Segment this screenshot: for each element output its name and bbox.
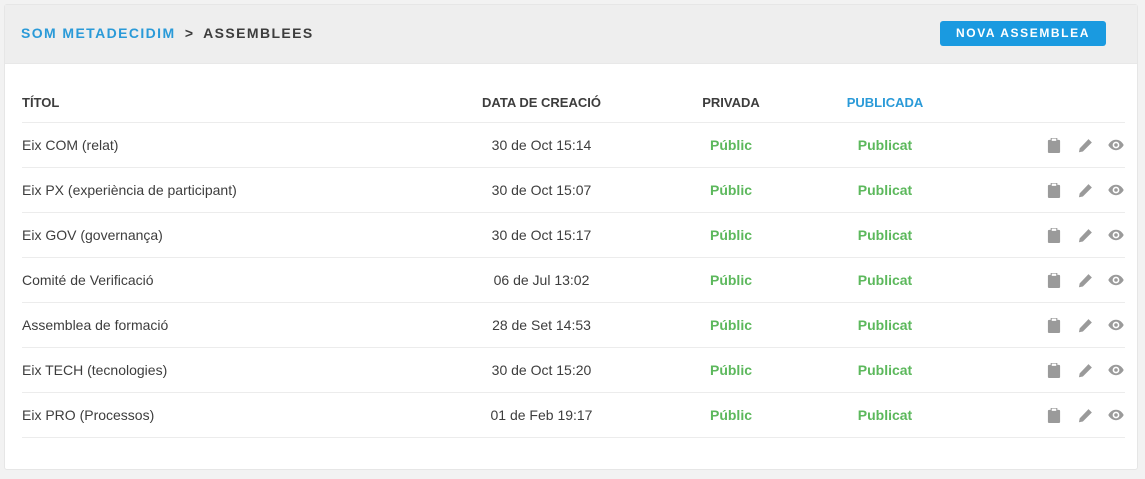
clipboard-icon[interactable] — [1046, 362, 1062, 378]
cell-actions — [971, 167, 1125, 213]
row-actions — [971, 182, 1125, 198]
cell-published: Publicat — [799, 392, 971, 438]
private-status: Públic — [709, 407, 752, 423]
eye-icon[interactable] — [1108, 227, 1124, 243]
published-status[interactable]: Publicat — [858, 182, 912, 198]
row-actions — [971, 272, 1125, 288]
cell-created: 30 de Oct 15:20 — [420, 347, 663, 393]
cell-private: Públic — [663, 302, 799, 348]
cell-private: Públic — [663, 392, 799, 438]
cell-created: 06 de Jul 13:02 — [420, 257, 663, 303]
cell-actions — [971, 212, 1125, 258]
pencil-icon[interactable] — [1077, 407, 1093, 423]
published-status[interactable]: Publicat — [858, 362, 912, 378]
table-row: Eix PX (experiència de participant) 30 d… — [22, 167, 1125, 213]
cell-actions — [971, 392, 1125, 438]
table-row: Eix PRO (Processos) 01 de Feb 19:17 Públ… — [22, 392, 1125, 438]
column-header-created[interactable]: Data de creació — [420, 83, 663, 123]
cell-published: Publicat — [799, 122, 971, 168]
card-header: Som Metadecidim > Assemblees Nova Assemb… — [5, 5, 1137, 64]
table-header-row: Títol Data de creació Privada Publicada — [22, 83, 1125, 123]
eye-icon[interactable] — [1108, 182, 1124, 198]
cell-private: Públic — [663, 212, 799, 258]
table-row: Eix GOV (governança) 30 de Oct 15:17 Púb… — [22, 212, 1125, 258]
published-status[interactable]: Publicat — [858, 407, 912, 423]
cell-published: Publicat — [799, 347, 971, 393]
clipboard-icon[interactable] — [1046, 137, 1062, 153]
private-status: Públic — [709, 362, 752, 378]
pencil-icon[interactable] — [1077, 227, 1093, 243]
published-status[interactable]: Publicat — [858, 272, 912, 288]
private-status: Públic — [709, 317, 752, 333]
cell-created: 28 de Set 14:53 — [420, 302, 663, 348]
cell-private: Públic — [663, 257, 799, 303]
cell-title: Eix PRO (Processos) — [22, 392, 420, 438]
cell-created: 01 de Feb 19:17 — [420, 392, 663, 438]
private-status: Públic — [709, 227, 752, 243]
published-status[interactable]: Publicat — [858, 317, 912, 333]
cell-title: Assemblea de formació — [22, 302, 420, 348]
cell-published: Publicat — [799, 212, 971, 258]
column-header-title[interactable]: Títol — [22, 83, 420, 123]
cell-private: Públic — [663, 347, 799, 393]
row-actions — [971, 227, 1125, 243]
cell-title: Eix COM (relat) — [22, 122, 420, 168]
pencil-icon[interactable] — [1077, 362, 1093, 378]
cell-title: Eix PX (experiència de participant) — [22, 167, 420, 213]
cell-title: Comité de Verificació — [22, 257, 420, 303]
breadcrumb-current: Assemblees — [203, 25, 314, 41]
new-assembly-button[interactable]: Nova Assemblea — [940, 21, 1106, 46]
cell-actions — [971, 302, 1125, 348]
cell-published: Publicat — [799, 257, 971, 303]
row-actions — [971, 317, 1125, 333]
cell-private: Públic — [663, 122, 799, 168]
cell-actions — [971, 257, 1125, 303]
private-status: Públic — [709, 182, 752, 198]
clipboard-icon[interactable] — [1046, 272, 1062, 288]
eye-icon[interactable] — [1108, 407, 1124, 423]
clipboard-icon[interactable] — [1046, 407, 1062, 423]
cell-created: 30 de Oct 15:14 — [420, 122, 663, 168]
table-row: Assemblea de formació 28 de Set 14:53 Pú… — [22, 302, 1125, 348]
pencil-icon[interactable] — [1077, 182, 1093, 198]
private-status: Públic — [709, 272, 752, 288]
clipboard-icon[interactable] — [1046, 182, 1062, 198]
eye-icon[interactable] — [1108, 137, 1124, 153]
cell-published: Publicat — [799, 167, 971, 213]
cell-created: 30 de Oct 15:17 — [420, 212, 663, 258]
column-header-private[interactable]: Privada — [663, 83, 799, 123]
clipboard-icon[interactable] — [1046, 227, 1062, 243]
cell-actions — [971, 122, 1125, 168]
published-status[interactable]: Publicat — [858, 227, 912, 243]
cell-private: Públic — [663, 167, 799, 213]
cell-actions — [971, 347, 1125, 393]
eye-icon[interactable] — [1108, 317, 1124, 333]
clipboard-icon[interactable] — [1046, 317, 1062, 333]
row-actions — [971, 137, 1125, 153]
cell-created: 30 de Oct 15:07 — [420, 167, 663, 213]
assemblies-table: Títol Data de creació Privada Publicada … — [22, 83, 1125, 438]
published-status[interactable]: Publicat — [858, 137, 912, 153]
table-row: Eix COM (relat) 30 de Oct 15:14 Públic P… — [22, 122, 1125, 168]
breadcrumb: Som Metadecidim > Assemblees — [21, 25, 314, 41]
row-actions — [971, 407, 1125, 423]
assemblies-card: Som Metadecidim > Assemblees Nova Assemb… — [4, 4, 1138, 470]
breadcrumb-separator: > — [184, 25, 195, 41]
cell-published: Publicat — [799, 302, 971, 348]
row-actions — [971, 362, 1125, 378]
cell-title: Eix GOV (governança) — [22, 212, 420, 258]
eye-icon[interactable] — [1108, 272, 1124, 288]
breadcrumb-parent-link[interactable]: Som Metadecidim — [21, 25, 176, 41]
cell-title: Eix TECH (tecnologies) — [22, 347, 420, 393]
table-row: Eix TECH (tecnologies) 30 de Oct 15:20 P… — [22, 347, 1125, 393]
private-status: Públic — [709, 137, 752, 153]
pencil-icon[interactable] — [1077, 317, 1093, 333]
table-row: Comité de Verificació 06 de Jul 13:02 Pú… — [22, 257, 1125, 303]
column-header-actions — [971, 83, 1125, 123]
column-header-published[interactable]: Publicada — [799, 83, 971, 123]
eye-icon[interactable] — [1108, 362, 1124, 378]
pencil-icon[interactable] — [1077, 137, 1093, 153]
table-body: Eix COM (relat) 30 de Oct 15:14 Públic P… — [22, 122, 1125, 438]
pencil-icon[interactable] — [1077, 272, 1093, 288]
